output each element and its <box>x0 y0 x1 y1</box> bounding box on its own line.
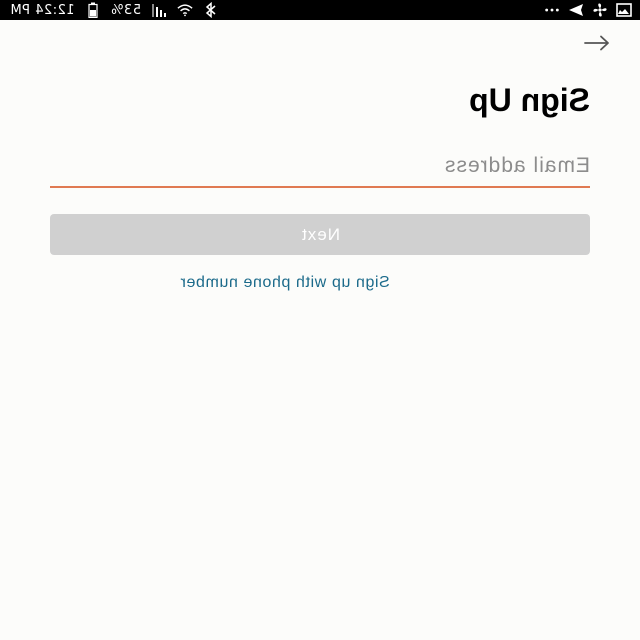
email-field-container <box>50 148 590 188</box>
phone-link-label: Sign up with phone number <box>180 274 390 291</box>
email-field[interactable] <box>50 148 590 184</box>
status-bar-right: 53% 12:24 PM <box>10 0 219 20</box>
bluetooth-icon <box>203 2 219 18</box>
battery-icon <box>85 2 101 18</box>
image-icon <box>616 2 632 18</box>
sign-up-with-phone-link[interactable]: Sign up with phone number <box>50 274 590 292</box>
status-time: 12:24 PM <box>10 2 75 18</box>
sign-up-screen: Sign Up Next Sign up with phone number <box>0 20 640 640</box>
battery-percent: 53% <box>110 2 142 18</box>
next-button-label: Next <box>300 224 340 244</box>
fan-icon <box>592 2 608 18</box>
back-button[interactable] <box>582 34 612 56</box>
signal-icon <box>151 2 167 18</box>
more-dots-icon <box>544 2 560 18</box>
status-bar: 53% 12:24 PM <box>0 0 640 20</box>
send-icon <box>568 2 584 18</box>
page-title: Sign Up <box>469 82 590 118</box>
next-button[interactable]: Next <box>50 214 590 255</box>
status-bar-left <box>544 0 632 20</box>
arrow-icon <box>584 35 610 56</box>
wifi-icon <box>177 2 193 18</box>
